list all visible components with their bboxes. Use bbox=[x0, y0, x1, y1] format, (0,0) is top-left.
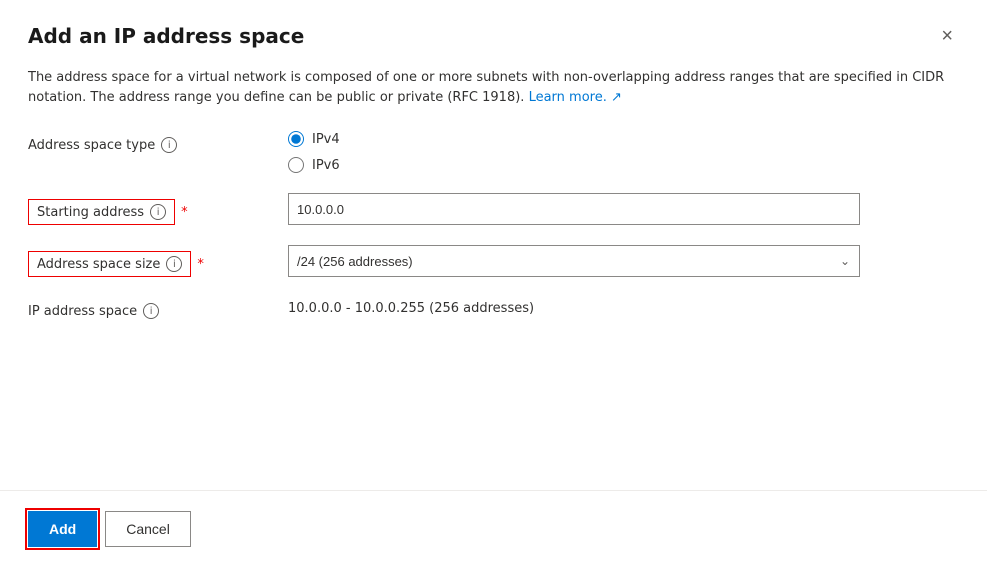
address-space-type-row: Address space type i IPv4 IPv6 bbox=[28, 131, 959, 173]
ip-address-space-info-icon[interactable]: i bbox=[143, 303, 159, 319]
ip-address-space-label: IP address space i bbox=[28, 297, 288, 319]
ip-address-space-row: IP address space i 10.0.0.0 - 10.0.0.255… bbox=[28, 297, 959, 319]
address-space-size-control: /16 (65536 addresses) /17 (32768 address… bbox=[288, 245, 959, 277]
address-space-type-control: IPv4 IPv6 bbox=[288, 131, 959, 173]
starting-address-input[interactable] bbox=[288, 193, 860, 225]
description-text: The address space for a virtual network … bbox=[28, 68, 959, 107]
address-space-size-info-icon[interactable]: i bbox=[166, 256, 182, 272]
ipv6-radio-option[interactable]: IPv6 bbox=[288, 157, 959, 173]
starting-address-label-wrapper: Starting address i * bbox=[28, 193, 288, 225]
cancel-button[interactable]: Cancel bbox=[105, 511, 191, 547]
starting-address-required: * bbox=[181, 205, 188, 220]
address-space-size-row: Address space size i * /16 (65536 addres… bbox=[28, 245, 959, 277]
address-space-size-label-wrapper: Address space size i * bbox=[28, 245, 288, 277]
add-ip-address-space-dialog: Add an IP address space × The address sp… bbox=[0, 0, 987, 571]
form-section: Address space type i IPv4 IPv6 Starting … bbox=[28, 131, 959, 466]
address-space-size-highlighted-label: Address space size i bbox=[28, 251, 191, 277]
external-link-icon: ↗ bbox=[611, 90, 622, 105]
address-space-type-info-icon[interactable]: i bbox=[161, 137, 177, 153]
address-space-size-select-wrapper: /16 (65536 addresses) /17 (32768 address… bbox=[288, 245, 860, 277]
dialog-title: Add an IP address space bbox=[28, 24, 304, 48]
starting-address-control bbox=[288, 193, 959, 225]
ipv4-radio-option[interactable]: IPv4 bbox=[288, 131, 959, 147]
ipv4-radio[interactable] bbox=[288, 131, 304, 147]
starting-address-row: Starting address i * bbox=[28, 193, 959, 225]
dialog-header: Add an IP address space × bbox=[28, 24, 959, 48]
learn-more-link[interactable]: Learn more. ↗ bbox=[529, 90, 622, 105]
add-button[interactable]: Add bbox=[28, 511, 97, 547]
starting-address-highlighted-label: Starting address i bbox=[28, 199, 175, 225]
ipv4-label: IPv4 bbox=[312, 132, 340, 147]
address-space-type-label: Address space type i bbox=[28, 131, 288, 153]
ipv6-label: IPv6 bbox=[312, 158, 340, 173]
ip-address-space-value: 10.0.0.0 - 10.0.0.255 (256 addresses) bbox=[288, 297, 959, 316]
ipv6-radio[interactable] bbox=[288, 157, 304, 173]
close-button[interactable]: × bbox=[935, 24, 959, 48]
address-space-size-required: * bbox=[197, 257, 204, 272]
starting-address-info-icon[interactable]: i bbox=[150, 204, 166, 220]
footer-divider bbox=[0, 490, 987, 491]
footer-buttons: Add Cancel bbox=[28, 511, 959, 547]
address-space-size-select[interactable]: /16 (65536 addresses) /17 (32768 address… bbox=[288, 245, 860, 277]
